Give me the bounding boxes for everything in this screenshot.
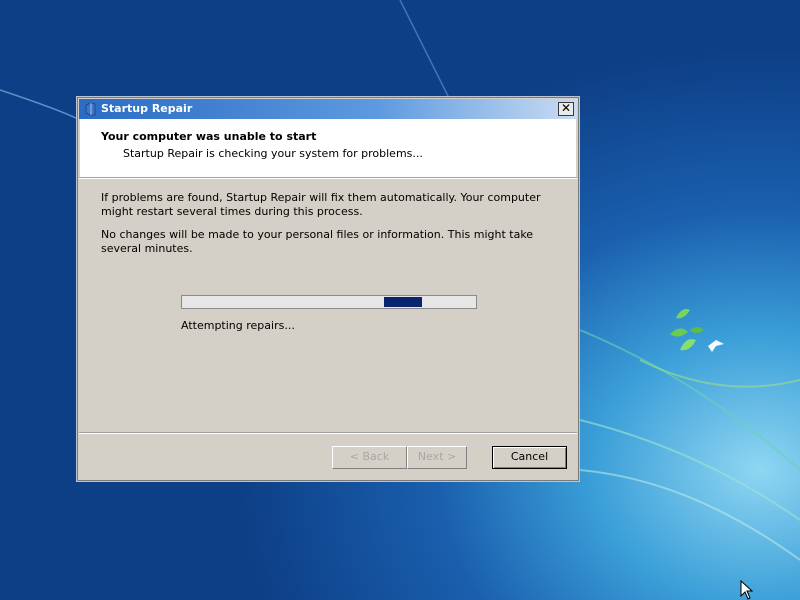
status-text: Attempting repairs... (181, 319, 295, 332)
back-button[interactable]: < Back (332, 446, 407, 469)
leaf-logo (670, 309, 724, 352)
info-paragraph-problems: If problems are found, Startup Repair wi… (101, 191, 541, 218)
desktop-background: Startup Repair ✕ Your computer was unabl… (0, 0, 800, 600)
progress-indicator (384, 297, 422, 307)
close-icon: ✕ (560, 101, 572, 115)
footer-divider (79, 432, 577, 434)
header-panel: Your computer was unable to start Startu… (80, 119, 576, 177)
progress-bar (181, 295, 477, 309)
mouse-cursor-icon (740, 580, 754, 600)
title-bar: Startup Repair ✕ (79, 99, 577, 119)
header-subtitle: Startup Repair is checking your system f… (123, 147, 423, 160)
info-paragraph-changes: No changes will be made to your personal… (101, 228, 534, 255)
cancel-button[interactable]: Cancel (492, 446, 567, 469)
header-title: Your computer was unable to start (101, 130, 317, 143)
next-button[interactable]: Next > (407, 446, 467, 469)
startup-repair-dialog: Startup Repair ✕ Your computer was unabl… (77, 97, 579, 481)
header-divider (79, 177, 577, 179)
close-button[interactable]: ✕ (558, 102, 574, 116)
startup-repair-icon (85, 102, 96, 116)
window-title: Startup Repair (101, 102, 193, 115)
